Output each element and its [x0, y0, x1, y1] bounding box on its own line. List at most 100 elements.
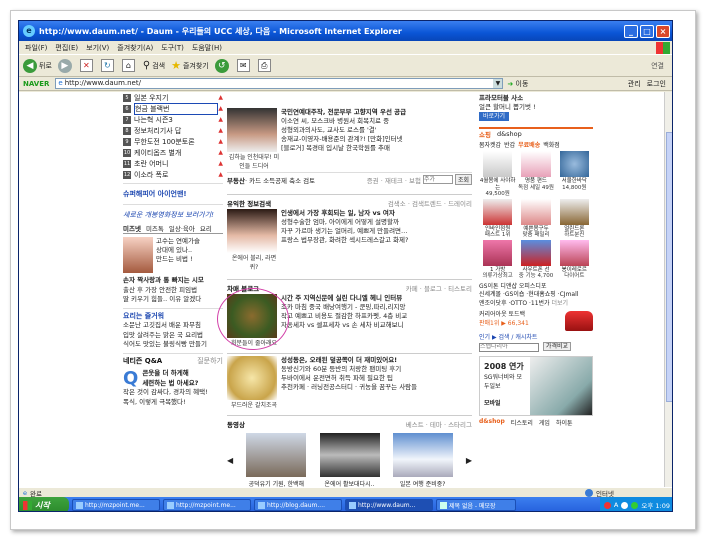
title-bar[interactable]: e http://www.daum.net/ - Daum - 우리들의 UCC…: [19, 21, 672, 41]
ad-go-button[interactable]: 바로가기: [479, 112, 510, 121]
story-link[interactable]: 딸 키우기 힘들.. 이유 알겠다: [123, 295, 223, 305]
rank-item[interactable]: 5 일본 우지기 ▲: [123, 92, 223, 103]
stock-search-button[interactable]: 조회: [454, 174, 472, 185]
section-tabs[interactable]: 베스트 · 테마 · 스타리그: [406, 419, 472, 429]
feature-link[interactable]: 동방신기와 60분 등반의 처랑한 팬미팅 후기: [281, 365, 472, 374]
beauty-link[interactable]: 인생에서 가장 후회되는 일, 남자 vs 여자: [281, 209, 472, 218]
tab-free-shipping[interactable]: 무료배송: [518, 140, 540, 149]
login-button[interactable]: 로그인: [647, 79, 666, 89]
more-link[interactable]: 더보기: [552, 300, 569, 307]
beauty-photo-item[interactable]: 온에어 블리, 라면 퀴?: [227, 209, 281, 271]
dnshop-link[interactable]: d&shop: [497, 130, 522, 138]
menu-tools[interactable]: 도구(T): [161, 43, 184, 53]
product-item[interactable]: 봉이레로르 다이어트: [556, 239, 593, 280]
ime-indicator[interactable]: A: [614, 501, 618, 509]
stop-button[interactable]: ✕: [79, 59, 95, 72]
stock-input[interactable]: [422, 175, 453, 184]
recipe-link[interactable]: 입맛 살려주는 맑은 국 요리법: [123, 331, 223, 341]
rank-item[interactable]: 12 이소라 폭로 ▲: [123, 169, 223, 180]
blog-link[interactable]: 자동세차 vs 셀프세차 vs 손 세차 비교해보니: [281, 321, 472, 330]
news-link[interactable]: [블로거] 복경태 입시날 한국학원를 추매: [281, 144, 472, 153]
history-button[interactable]: ↺: [214, 58, 231, 73]
clock[interactable]: 오후 1:09: [641, 500, 670, 510]
links-label[interactable]: 연결: [651, 61, 664, 71]
realty-link[interactable]: · 카드 소득공제 축소 검토: [245, 175, 315, 185]
taskbar-item[interactable]: http://mzpoint.me...: [72, 499, 160, 511]
section-tabs[interactable]: 카페 · 블로그 · 티스토리: [406, 283, 472, 293]
shopping-title[interactable]: 쇼핑: [479, 129, 491, 139]
beauty-link[interactable]: 성형수술한 엄마, 아이에게 어떻게 설명할까: [281, 218, 472, 227]
tab-department[interactable]: 백화점: [543, 140, 560, 149]
rank-item[interactable]: 8 정보처리기사 답 ▲: [123, 125, 223, 136]
print-button[interactable]: ⎙: [257, 59, 273, 72]
footer-game[interactable]: 게임: [539, 418, 550, 427]
menu-view[interactable]: 보기(V): [86, 43, 109, 53]
go-button[interactable]: ➜ 이동: [507, 79, 528, 89]
rank-item[interactable]: 10 케이티옵즈 별개 ▲: [123, 147, 223, 158]
blog-link[interactable]: 조카 마침 중국 배낭여행기 - 쿤밍,따리,리지앙: [281, 303, 472, 312]
close-button[interactable]: ×: [656, 24, 670, 38]
tray-icon[interactable]: [621, 501, 629, 509]
news-link[interactable]: 국민연예대주작, 전문부부 고향지역 우선 공급: [281, 108, 472, 117]
taskbar-item[interactable]: http://www.daum...: [345, 499, 433, 511]
prev-arrow-icon[interactable]: ◀: [227, 456, 233, 465]
news-link[interactable]: 이소연 씨, 모스크바 병원서 회복치료 중: [281, 117, 472, 126]
shop-link-line[interactable]: GS이톤 디앤샵 오피스디포: [479, 283, 593, 292]
feature-photo-item[interactable]: 부드러운 갈치조곡: [227, 356, 281, 409]
product-item[interactable]: 명품 편드 독점 세일 49원: [517, 151, 554, 198]
blog-link[interactable]: 작고 예쁘고 비용도 절감한 하프카펫, 4층 비교: [281, 312, 472, 321]
favorites-button[interactable]: ★ 즐겨찾기: [171, 59, 209, 72]
blog-link[interactable]: 시간 주 지역신문에 실린 다니엘 헤니 인터뷰: [281, 294, 472, 303]
tab-mizznet[interactable]: 미즈넷: [123, 223, 141, 233]
minimize-button[interactable]: _: [624, 24, 638, 38]
recipe-link[interactable]: 소문난 고깃집서 배운 파무침: [123, 321, 223, 331]
news-photo-item[interactable]: 김하늘 인천대부! 미인들 드디어: [227, 108, 281, 170]
shop-link-line[interactable]: 엔조이닷후 ·OTTO ·11번가: [479, 300, 550, 307]
movie-event-link[interactable]: 새로운 개봉영화정보 보러가기!: [123, 208, 223, 222]
menu-edit[interactable]: 편집(E): [55, 43, 78, 53]
menu-file[interactable]: 파일(F): [25, 43, 47, 53]
product-item[interactable]: 예쁜봄구두 맞춤 패밀리: [517, 198, 554, 239]
story-link[interactable]: 출산 후 가장 안전한 피임법: [123, 286, 223, 296]
news-link[interactable]: 송재교-이영자-배용준의 관계?! [만화]인터넷: [281, 135, 472, 144]
beauty-link[interactable]: 자꾸 가르마 생기는 얼머리, 예쁘게 만들려면…: [281, 227, 472, 236]
recipe-link[interactable]: 식어도 맛있는 불링식빵 만들기: [123, 340, 223, 350]
back-button[interactable]: ◀ 뒤로: [23, 58, 52, 73]
product-item[interactable]: 1 가방 의류가상최고: [479, 239, 516, 280]
handbag-image[interactable]: [565, 311, 593, 331]
taskbar-item[interactable]: 제목 없음 - 메모장: [436, 499, 516, 511]
menu-favorites[interactable]: 즐겨찾기(A): [117, 43, 153, 53]
news-link[interactable]: 성형외과의사도, 교사도 로스를 '결': [281, 126, 472, 135]
qna-item[interactable]: Q 콘웃을 더 하게해 세련하는 법 아세요?: [123, 369, 223, 388]
tab-spring-jacket[interactable]: 봄자켓감: [479, 140, 501, 149]
rank-item[interactable]: 6 현금 블랙번 ▲: [123, 102, 223, 115]
product-item[interactable]: 서울한바닥 14,800원: [556, 151, 593, 198]
refresh-button[interactable]: ↻: [100, 59, 116, 72]
mail-button[interactable]: ✉: [236, 59, 252, 72]
maximize-button[interactable]: □: [640, 24, 654, 38]
home-button[interactable]: ⌂: [121, 59, 137, 72]
product-item[interactable]: 사우트폰 선중 기능 4,700: [517, 239, 554, 280]
top-ad[interactable]: 프라모터블 사소 얼큰 할머니 뽑기벗 ! 바로가기: [479, 92, 593, 127]
story-link[interactable]: 손자 짝사랑과 통 빠지는 시모: [123, 276, 223, 286]
video-item[interactable]: 공덕유기 기원, 한백해: [246, 433, 307, 487]
manage-button[interactable]: 관리: [628, 79, 641, 89]
ask-question-link[interactable]: 질문하기: [197, 357, 223, 367]
section-tabs[interactable]: 검색소 · 검색트렌드 · 드레이리: [388, 198, 472, 208]
video-item[interactable]: 온에어 활보대다시..: [319, 433, 380, 487]
daum-id-link[interactable]: 슈퍼해피어 아이언맨!: [123, 187, 223, 201]
footer-hitoon[interactable]: 하이툰: [556, 418, 573, 427]
feature-link[interactable]: 두바이에서 운전면허 취득 파헤 필요한 팁: [281, 374, 472, 383]
forward-button[interactable]: ▶: [57, 58, 74, 73]
yeonga-ad[interactable]: 2008 연가 SG워너비와 모두일보 모바일: [479, 355, 593, 416]
next-arrow-icon[interactable]: ▶: [466, 456, 472, 465]
footer-tistory[interactable]: 티스토리: [511, 418, 533, 427]
price-search-input[interactable]: [479, 342, 539, 352]
price-compare-button[interactable]: 가격비교: [542, 342, 572, 351]
tab-half[interactable]: 반갑: [504, 140, 515, 149]
qna-link[interactable]: 작은 것이 감싸다, 경차의 혜택!: [123, 388, 223, 398]
address-field[interactable]: e http://www.daum.net/ ▼: [55, 78, 504, 89]
product-item[interactable]: 인바인점원 패스트 1위: [479, 198, 516, 239]
tab-miztalk[interactable]: 미즈톡: [146, 223, 164, 233]
start-button[interactable]: 시작: [19, 497, 69, 511]
